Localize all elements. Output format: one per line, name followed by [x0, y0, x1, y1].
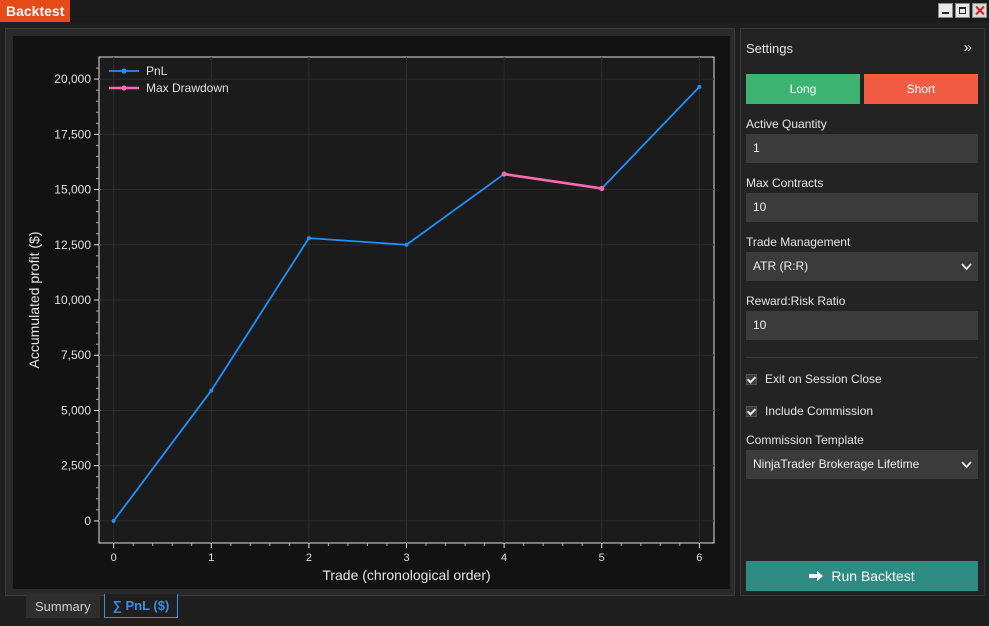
window-title: Backtest: [0, 0, 71, 22]
play-arrow-icon: [809, 562, 824, 592]
tab-pnl[interactable]: ∑ PnL ($): [103, 594, 179, 618]
x-tick-label: 6: [696, 552, 702, 564]
y-axis-label: Accumulated profit ($): [26, 232, 42, 369]
long-button[interactable]: Long: [746, 74, 860, 104]
y-tick-label: 12,500: [54, 238, 91, 252]
pnl-point: [404, 242, 409, 247]
pnl-point: [697, 84, 702, 89]
close-icon[interactable]: [972, 3, 987, 18]
pnl-point: [209, 388, 214, 393]
short-button[interactable]: Short: [864, 74, 978, 104]
max-drawdown-point: [501, 171, 507, 177]
legend-label: Max Drawdown: [146, 81, 229, 95]
y-tick-label: 7,500: [61, 348, 91, 362]
title-bar: Backtest: [0, 0, 989, 22]
collapse-icon[interactable]: »: [964, 39, 972, 56]
x-tick-label: 3: [403, 552, 409, 564]
reward-risk-label: Reward:Risk Ratio: [746, 294, 846, 308]
settings-title: Settings: [746, 41, 793, 56]
maximize-icon[interactable]: [955, 3, 970, 18]
x-axis-label: Trade (chronological order): [322, 567, 490, 583]
include-commission-label: Include Commission: [765, 404, 874, 418]
chart-panel: 0 2,500 5,000 7,500 10,000 12,500 15,000 17,500…: [5, 28, 735, 596]
settings-panel: Settings » Long Short Active Quantity 1 …: [740, 28, 985, 596]
trade-management-value: ATR (R:R): [753, 259, 809, 273]
minimize-icon[interactable]: [938, 3, 953, 18]
x-tick-label: 1: [208, 552, 214, 564]
pnl-chart: 0 2,500 5,000 7,500 10,000 12,500 15,000 17,500…: [26, 56, 715, 583]
chart-area: 0 2,500 5,000 7,500 10,000 12,500 15,000 17,500…: [13, 36, 730, 589]
trade-management-label: Trade Management: [746, 235, 851, 249]
exit-session-checkbox[interactable]: [746, 373, 757, 385]
legend-label: PnL: [146, 64, 168, 78]
y-tick-label: 20,000: [54, 72, 91, 86]
run-backtest-button[interactable]: Run Backtest: [746, 561, 978, 591]
x-tick-label: 5: [599, 552, 605, 564]
reward-risk-input[interactable]: 10: [746, 311, 978, 340]
chevron-down-icon: [961, 450, 972, 490]
y-tick-label: 2,500: [61, 459, 91, 473]
y-tick-label: 15,000: [54, 183, 91, 197]
trade-management-select[interactable]: ATR (R:R): [746, 252, 978, 281]
active-quantity-input[interactable]: 1: [746, 134, 978, 163]
x-tick-label: 0: [111, 552, 117, 564]
x-tick-label: 4: [501, 552, 507, 564]
pnl-point: [111, 518, 116, 523]
exit-session-row[interactable]: Exit on Session Close: [746, 372, 882, 386]
window-controls: [938, 3, 987, 18]
y-tick-label: 10,000: [54, 293, 91, 307]
include-commission-checkbox[interactable]: [746, 405, 757, 417]
max-contracts-input[interactable]: 10: [746, 193, 978, 222]
y-tick-label: 5,000: [61, 403, 91, 417]
legend-marker: [121, 85, 127, 91]
max-contracts-label: Max Contracts: [746, 176, 824, 190]
x-tick-label: 2: [306, 552, 312, 564]
bottom-tabs: Summary ∑ PnL ($): [26, 594, 179, 618]
y-tick-label: 0: [84, 514, 91, 528]
max-drawdown-point: [599, 185, 605, 192]
divider: [746, 357, 978, 358]
commission-template-label: Commission Template: [746, 433, 864, 447]
exit-session-label: Exit on Session Close: [765, 372, 882, 386]
include-commission-row[interactable]: Include Commission: [746, 404, 873, 418]
active-quantity-label: Active Quantity: [746, 117, 827, 131]
y-tick-label: 17,500: [54, 127, 91, 141]
run-backtest-label: Run Backtest: [831, 568, 915, 584]
tab-summary[interactable]: Summary: [26, 594, 100, 618]
pnl-point: [306, 236, 311, 241]
commission-template-select[interactable]: NinjaTrader Brokerage Lifetime: [746, 450, 978, 479]
legend-marker: [121, 68, 127, 74]
commission-template-value: NinjaTrader Brokerage Lifetime: [753, 457, 920, 471]
chevron-down-icon: [961, 252, 972, 292]
